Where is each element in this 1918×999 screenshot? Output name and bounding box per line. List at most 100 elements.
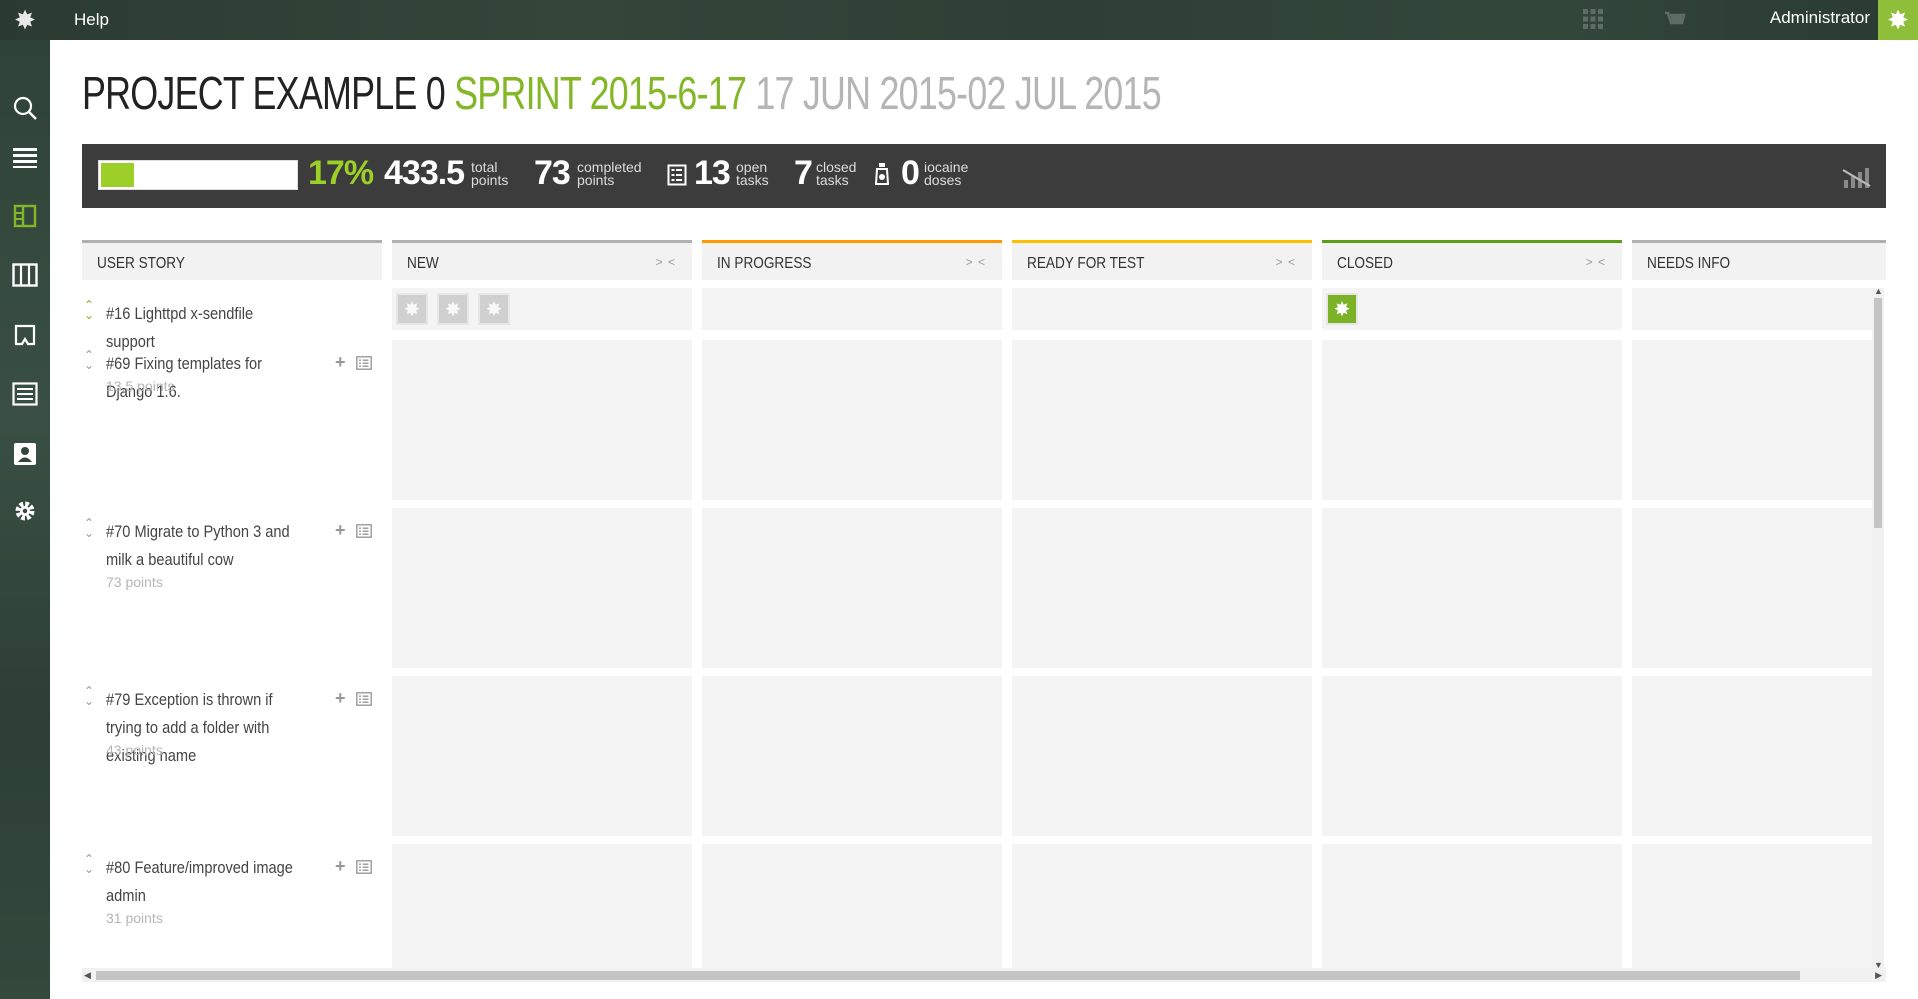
fold-column-icon[interactable]: > < [966, 255, 986, 269]
task-card[interactable]: ✸ [478, 293, 510, 325]
task-cell[interactable] [1322, 676, 1622, 836]
column-header-needs-info: NEEDS INFO [1632, 240, 1886, 280]
task-cell[interactable] [702, 340, 1002, 500]
scroll-up-arrow-icon[interactable]: ▲ [1874, 286, 1883, 296]
top-bar: ✸ Help Administrator ✸ [0, 0, 1918, 40]
kanban-icon[interactable] [0, 255, 50, 295]
closed-tasks-label-2: tasks [816, 172, 849, 188]
page-title: PROJECT EXAMPLE 0 SPRINT 2015-6-17 17 JU… [82, 66, 1162, 120]
bulk-add-icon[interactable] [356, 524, 372, 543]
task-cell[interactable] [1632, 340, 1872, 500]
sprint-progress-bar [98, 160, 298, 190]
task-cell[interactable] [392, 676, 692, 836]
task-cell[interactable] [1012, 844, 1312, 972]
add-task-icon[interactable]: + [335, 352, 346, 373]
completed-points-value: 73 [534, 154, 571, 192]
task-cell[interactable] [1012, 288, 1312, 330]
fold-column-icon[interactable]: > < [1276, 255, 1296, 269]
avatar-icon[interactable]: ✸ [1878, 0, 1918, 40]
backlog-icon[interactable] [0, 138, 50, 178]
iocaine-label-2: doses [924, 172, 962, 188]
column-header-closed: CLOSED > < [1322, 240, 1622, 280]
task-card[interactable]: ✸ [1326, 293, 1358, 325]
fold-column-icon[interactable]: > < [1586, 255, 1606, 269]
add-task-icon[interactable]: + [335, 688, 346, 709]
iocaine-bottle-icon [874, 162, 890, 191]
taskboard: USER STORY NEW > < IN PROGRESS > < READY… [82, 240, 1886, 972]
task-card[interactable]: ✸ [396, 293, 428, 325]
issues-icon[interactable] [0, 315, 50, 355]
task-cell[interactable] [702, 288, 1002, 330]
task-cell[interactable] [1322, 508, 1622, 668]
bulk-add-icon[interactable] [356, 356, 372, 375]
horizontal-scrollbar[interactable]: ◀ ▶ [82, 968, 1886, 982]
task-cell[interactable] [392, 340, 692, 500]
column-label: READY FOR TEST [1027, 255, 1145, 272]
user-story-title[interactable]: #80 Feature/improved image admin [106, 854, 304, 910]
task-cell[interactable] [392, 508, 692, 668]
taiga-logo-icon[interactable]: ✸ [0, 0, 50, 40]
vertical-scrollbar[interactable]: ▲ ▼ [1872, 286, 1884, 970]
taskboard-icon[interactable] [0, 196, 50, 236]
search-icon[interactable] [0, 88, 50, 128]
settings-icon[interactable] [0, 491, 50, 531]
task-cell[interactable] [702, 844, 1002, 972]
vertical-scroll-thumb[interactable] [1874, 298, 1882, 528]
task-cell[interactable] [1632, 508, 1872, 668]
column-header-new: NEW > < [392, 240, 692, 280]
task-card[interactable]: ✸ [437, 293, 469, 325]
collapse-story-icon[interactable]: ⌃ ⌄ [82, 685, 96, 707]
column-label: CLOSED [1337, 255, 1393, 272]
task-cell[interactable] [1012, 676, 1312, 836]
bulk-add-icon[interactable] [356, 860, 372, 879]
column-label: NEEDS INFO [1647, 255, 1731, 272]
task-cell[interactable] [1632, 288, 1872, 330]
burndown-chart-icon[interactable] [1842, 164, 1872, 195]
task-cell[interactable] [1632, 844, 1872, 972]
user-story-title[interactable]: #16 Lighttpd x-sendfile support [106, 300, 304, 356]
help-link[interactable]: Help [74, 10, 109, 30]
task-cell[interactable] [1322, 340, 1622, 500]
team-icon[interactable] [0, 434, 50, 474]
user-story-column-header: USER STORY [82, 240, 382, 280]
user-story-title[interactable]: #70 Migrate to Python 3 and milk a beaut… [106, 518, 304, 574]
expand-story-icon[interactable]: ⌃ ⌄ [82, 299, 96, 321]
user-name[interactable]: Administrator [1770, 8, 1870, 28]
story-points: 13.5 points [106, 378, 175, 394]
closed-tasks-value: 7 [794, 154, 813, 192]
wiki-icon[interactable] [0, 374, 50, 414]
open-tasks-label-2: tasks [736, 172, 769, 188]
horizontal-scroll-thumb[interactable] [96, 971, 1800, 980]
sprint-progress-fill [101, 163, 135, 187]
cart-icon[interactable] [1664, 10, 1686, 33]
add-task-icon[interactable]: + [335, 856, 346, 877]
user-story-header-label: USER STORY [97, 255, 185, 272]
iocaine-doses-value: 0 [901, 154, 920, 192]
scroll-right-arrow-icon[interactable]: ▶ [1875, 970, 1882, 981]
story-points: 43 points [106, 742, 163, 758]
task-cell[interactable] [1012, 340, 1312, 500]
apps-grid-icon[interactable] [1582, 8, 1604, 35]
story-points: 31 points [106, 910, 163, 926]
task-cell[interactable] [1632, 676, 1872, 836]
progress-percent: 17% [308, 154, 374, 192]
task-cell[interactable] [1012, 508, 1312, 668]
collapse-story-icon[interactable]: ⌃ ⌄ [82, 853, 96, 875]
add-task-icon[interactable]: + [335, 520, 346, 541]
total-points-value: 433.5 [384, 154, 465, 192]
task-cell[interactable] [702, 508, 1002, 668]
scroll-left-arrow-icon[interactable]: ◀ [84, 970, 91, 981]
task-cell[interactable]: ✸ [1322, 288, 1622, 330]
task-cell[interactable] [392, 844, 692, 972]
column-label: NEW [407, 255, 439, 272]
task-cell[interactable] [1322, 844, 1622, 972]
fold-column-icon[interactable]: > < [656, 255, 676, 269]
collapse-story-icon[interactable]: ⌃ ⌄ [82, 349, 96, 371]
bulk-add-icon[interactable] [356, 692, 372, 711]
task-cell[interactable]: ✸ ✸ ✸ [392, 288, 692, 330]
sprint-name: SPRINT 2015-6-17 [454, 67, 747, 119]
sidebar [0, 40, 50, 999]
task-cell[interactable] [702, 676, 1002, 836]
collapse-story-icon[interactable]: ⌃ ⌄ [82, 517, 96, 539]
project-name[interactable]: PROJECT EXAMPLE 0 [82, 67, 446, 119]
